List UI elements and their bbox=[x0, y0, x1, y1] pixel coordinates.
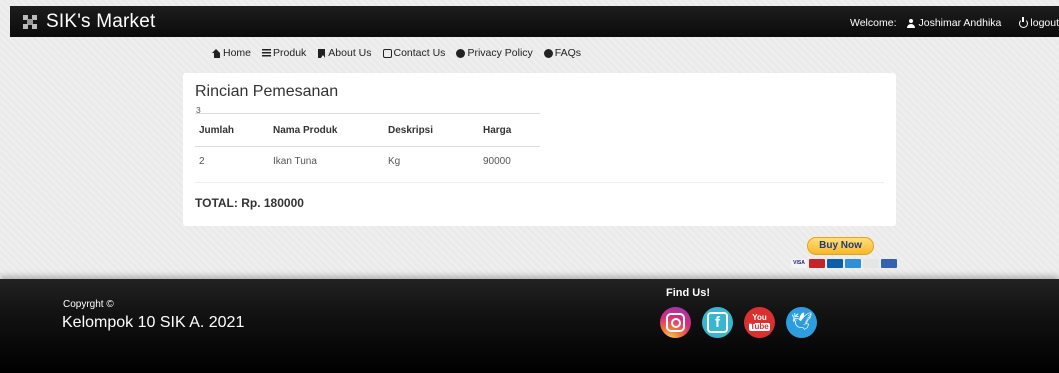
contact-icon bbox=[382, 48, 392, 58]
divider bbox=[195, 182, 884, 183]
discover-card-icon bbox=[863, 259, 879, 268]
facebook-icon[interactable]: f bbox=[702, 307, 733, 338]
menu-label: Produk bbox=[273, 47, 307, 59]
top-navbar: SIK's Market Welcome: Joshimar Andhika l… bbox=[10, 6, 1059, 37]
user-icon bbox=[907, 18, 916, 28]
page-title: Rincian Pemesanan bbox=[195, 83, 339, 100]
user-link[interactable]: Joshimar Andhika bbox=[907, 17, 1002, 29]
menu-item-faqs[interactable]: FAQs bbox=[543, 47, 582, 59]
maestro-card-icon bbox=[827, 259, 843, 268]
bookmark-icon bbox=[317, 48, 326, 58]
youtube-icon[interactable]: You Tube bbox=[744, 307, 775, 338]
brand-name: SIK's Market bbox=[46, 11, 156, 32]
user-area: Welcome: Joshimar Andhika logout bbox=[850, 16, 1059, 30]
market-logo-icon bbox=[22, 14, 38, 30]
amex-card-icon bbox=[845, 259, 861, 268]
column-header-harga: Harga bbox=[479, 113, 540, 147]
footer: Copyrght © Kelompok 10 SIK A. 2021 Find … bbox=[0, 279, 1059, 373]
paypal-buy-now[interactable]: Buy Now VISA bbox=[788, 237, 897, 273]
column-header-deskripsi: Deskripsi bbox=[384, 113, 479, 147]
buy-now-button[interactable]: Buy Now bbox=[807, 237, 874, 255]
visa-card-icon: VISA bbox=[791, 259, 807, 268]
page-background: SIK's Market Welcome: Joshimar Andhika l… bbox=[0, 0, 1059, 373]
menu-label: Contact Us bbox=[393, 47, 446, 59]
menu-label: Privacy Policy bbox=[467, 47, 533, 59]
question-icon bbox=[543, 48, 553, 58]
info-icon bbox=[456, 48, 466, 58]
twitter-icon[interactable]: 🕊 bbox=[786, 307, 817, 338]
payment-cards: VISA bbox=[791, 259, 897, 268]
order-table: Jumlah Nama Produk Deskripsi Harga 2 Ika… bbox=[195, 113, 540, 177]
menu-item-about-us[interactable]: About Us bbox=[317, 47, 372, 59]
logout-link[interactable]: logout bbox=[1019, 16, 1059, 29]
find-us-label: Find Us! bbox=[666, 287, 710, 299]
logout-label: logout bbox=[1030, 17, 1059, 29]
menu-item-home[interactable]: Home bbox=[212, 47, 251, 59]
copyright-text: Kelompok 10 SIK A. 2021 bbox=[62, 314, 245, 331]
order-detail-panel: Rincian Pemesanan 3 Jumlah Nama Produk D… bbox=[183, 73, 896, 226]
bank-card-icon bbox=[881, 259, 897, 268]
brand[interactable]: SIK's Market bbox=[22, 10, 156, 34]
cell-harga: 90000 bbox=[479, 146, 540, 177]
cell-nama-produk: Ikan Tuna bbox=[269, 146, 384, 177]
power-icon bbox=[1019, 16, 1029, 28]
table-header-row: Jumlah Nama Produk Deskripsi Harga bbox=[195, 113, 540, 147]
user-name: Joshimar Andhika bbox=[918, 17, 1002, 29]
menu-label: About Us bbox=[328, 47, 372, 59]
column-header-nama-produk: Nama Produk bbox=[269, 113, 384, 147]
menu-label: Home bbox=[223, 47, 252, 59]
instagram-icon[interactable] bbox=[660, 307, 691, 338]
cell-deskripsi: Kg bbox=[384, 146, 479, 177]
mastercard-icon bbox=[809, 259, 825, 268]
home-icon bbox=[212, 48, 221, 58]
menu-item-produk[interactable]: Produk bbox=[262, 47, 306, 59]
main-menu: Home Produk About Us Contact Us Privacy … bbox=[212, 46, 592, 60]
social-links: f You Tube 🕊 bbox=[660, 307, 817, 338]
list-icon bbox=[262, 48, 272, 58]
column-header-jumlah: Jumlah bbox=[195, 113, 269, 147]
menu-item-contact-us[interactable]: Contact Us bbox=[382, 47, 446, 59]
copyright-label: Copyrght © bbox=[63, 299, 114, 310]
welcome-label: Welcome: bbox=[850, 17, 897, 29]
order-total: TOTAL: Rp. 180000 bbox=[195, 196, 304, 210]
menu-label: FAQs bbox=[554, 47, 582, 59]
table-row: 2 Ikan Tuna Kg 90000 bbox=[195, 146, 540, 177]
cell-jumlah: 2 bbox=[195, 146, 269, 177]
menu-item-privacy-policy[interactable]: Privacy Policy bbox=[456, 47, 533, 59]
